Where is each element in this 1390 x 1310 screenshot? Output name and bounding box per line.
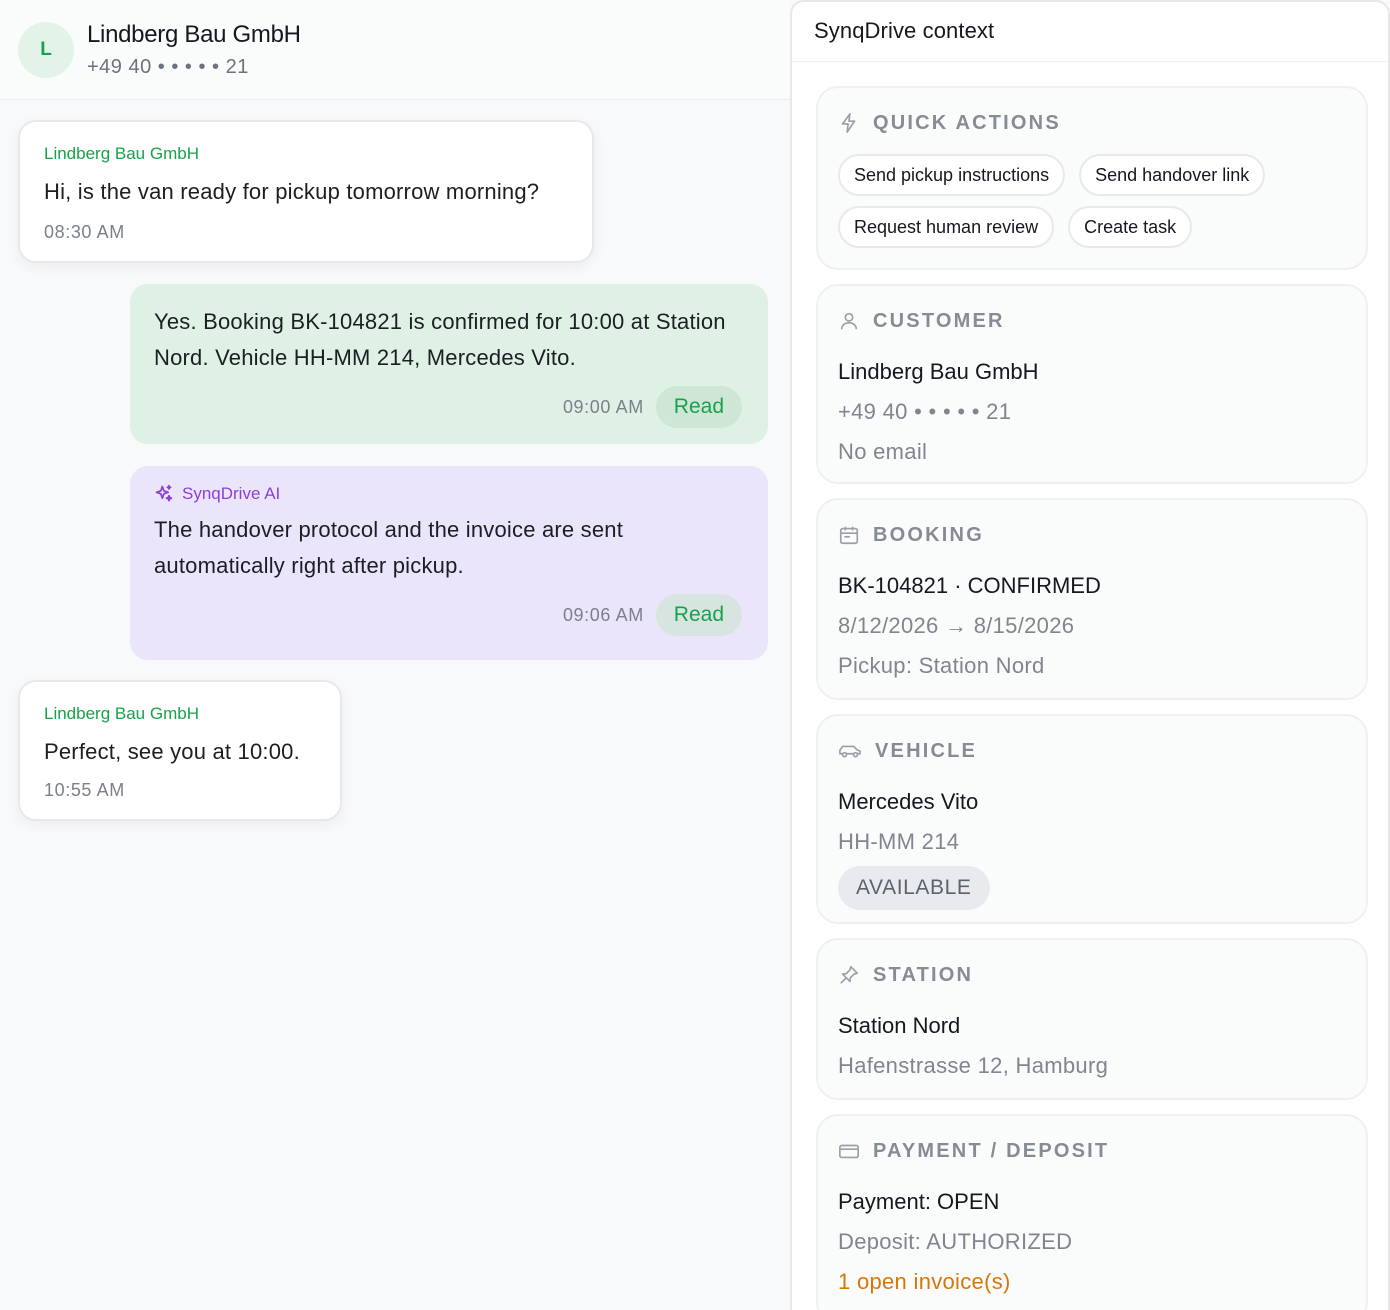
vehicle-plate: HH-MM 214 bbox=[838, 829, 960, 854]
context-title: SynqDrive context bbox=[792, 2, 1388, 62]
payment-card: PAYMENT / DEPOSIT Payment: OPEN Deposit:… bbox=[816, 1114, 1368, 1310]
contact-name: Lindberg Bau GmbH bbox=[87, 20, 301, 48]
open-invoices-link[interactable]: 1 open invoice(s) bbox=[838, 1262, 1346, 1302]
booking-card: BOOKING BK-104821 · CONFIRMED 8/12/2026 … bbox=[816, 498, 1368, 700]
vehicle-model: Mercedes Vito bbox=[838, 789, 979, 814]
card-header: STATION bbox=[838, 960, 1346, 990]
customer-card: CUSTOMER Lindberg Bau GmbH +49 40 • • • … bbox=[816, 284, 1368, 484]
message-incoming: Lindberg Bau GmbH Perfect, see you at 10… bbox=[18, 680, 342, 821]
sparkles-icon bbox=[155, 484, 173, 502]
avatar: L bbox=[18, 21, 74, 78]
send-pickup-instructions-button[interactable]: Send pickup instructions bbox=[838, 154, 1066, 196]
card-heading: BOOKING bbox=[873, 523, 984, 546]
card-heading: CUSTOMER bbox=[873, 309, 1005, 332]
message-time: 08:30 AM bbox=[44, 222, 125, 242]
context-panel: SynqDrive context QUICK ACTIONS Send pic… bbox=[790, 0, 1390, 1310]
pin-icon bbox=[840, 965, 859, 984]
station-name: Station Nord bbox=[838, 1013, 961, 1038]
customer-phone: +49 40 • • • • • 21 bbox=[838, 399, 1012, 424]
card-header: PAYMENT / DEPOSIT bbox=[838, 1136, 1346, 1166]
station-address: Hafenstrasse 12, Hamburg bbox=[838, 1053, 1109, 1078]
lightning-icon bbox=[841, 113, 856, 133]
card-header: BOOKING bbox=[838, 520, 1346, 550]
customer-name: Lindberg Bau GmbH bbox=[838, 359, 1039, 384]
create-task-button[interactable]: Create task bbox=[1068, 206, 1193, 248]
ai-sender-label: SynqDrive AI bbox=[182, 484, 281, 503]
card-heading: VEHICLE bbox=[875, 739, 978, 762]
ai-sender: SynqDrive AI bbox=[154, 484, 742, 504]
quick-actions-list: Send pickup instructions Send handover l… bbox=[838, 154, 1346, 258]
request-human-review-button[interactable]: Request human review bbox=[838, 206, 1055, 248]
message-sender: Lindberg Bau GmbH bbox=[44, 704, 199, 723]
message-text: Yes. Booking BK-104821 is confirmed for … bbox=[154, 309, 726, 370]
payment-status: Payment: OPEN bbox=[838, 1189, 1000, 1214]
message-time: 09:06 AM bbox=[562, 604, 644, 625]
vehicle-status-badge: AVAILABLE bbox=[838, 866, 990, 910]
message-ai: SynqDrive AI The handover protocol and t… bbox=[130, 466, 768, 660]
quick-actions-card: QUICK ACTIONS Send pickup instructions S… bbox=[816, 86, 1368, 270]
contact-phone: +49 40 • • • • • 21 bbox=[87, 55, 249, 78]
booking-id-status: BK-104821 · CONFIRMED bbox=[838, 573, 1101, 598]
message-text: The handover protocol and the invoice ar… bbox=[154, 517, 624, 578]
read-status-badge: Read bbox=[655, 386, 742, 428]
message-meta: 09:00 AM Read bbox=[154, 386, 742, 428]
message-incoming: Lindberg Bau GmbH Hi, is the van ready f… bbox=[18, 120, 594, 263]
booking-pickup: Pickup: Station Nord bbox=[838, 653, 1045, 678]
card-heading: STATION bbox=[873, 963, 974, 986]
card-heading: PAYMENT / DEPOSIT bbox=[873, 1139, 1110, 1162]
card-header: QUICK ACTIONS bbox=[838, 108, 1346, 138]
card-header: VEHICLE bbox=[838, 736, 1346, 766]
message-meta: 09:06 AM Read bbox=[154, 594, 742, 636]
vehicle-card: VEHICLE Mercedes Vito HH-MM 214 AVAILABL… bbox=[816, 714, 1368, 924]
deposit-status: Deposit: AUTHORIZED bbox=[838, 1229, 1073, 1254]
message-time: 10:55 AM bbox=[44, 780, 125, 800]
message-time: 09:00 AM bbox=[562, 396, 644, 417]
station-card: STATION Station Nord Hafenstrasse 12, Ha… bbox=[816, 938, 1368, 1100]
message-outgoing: Yes. Booking BK-104821 is confirmed for … bbox=[130, 284, 768, 444]
booking-dates: 8/12/2026 → 8/15/2026 bbox=[838, 613, 1075, 638]
customer-email: No email bbox=[838, 439, 928, 464]
send-handover-link-button[interactable]: Send handover link bbox=[1079, 154, 1266, 196]
chat-pane: L Lindberg Bau GmbH +49 40 • • • • • 21 … bbox=[0, 0, 790, 1310]
car-icon bbox=[839, 745, 861, 758]
read-status-badge: Read bbox=[655, 594, 742, 636]
credit-card-icon bbox=[839, 1144, 859, 1159]
user-icon bbox=[840, 312, 858, 330]
message-sender: Lindberg Bau GmbH bbox=[44, 144, 199, 163]
calendar-icon bbox=[839, 526, 859, 545]
chat-header: L Lindberg Bau GmbH +49 40 • • • • • 21 bbox=[0, 0, 790, 100]
card-header: CUSTOMER bbox=[838, 306, 1346, 336]
contact-info: Lindberg Bau GmbH +49 40 • • • • • 21 bbox=[87, 21, 301, 79]
message-text: Perfect, see you at 10:00. bbox=[44, 739, 300, 764]
card-heading: QUICK ACTIONS bbox=[873, 111, 1061, 134]
message-text: Hi, is the van ready for pickup tomorrow… bbox=[44, 179, 540, 204]
